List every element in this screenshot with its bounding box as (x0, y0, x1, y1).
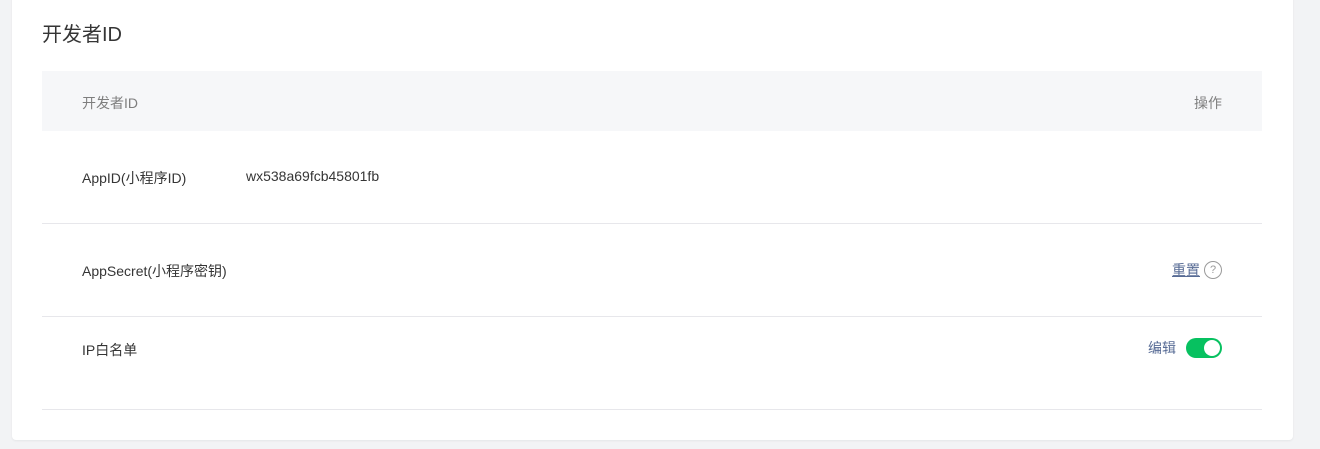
table-row-appsecret: AppSecret(小程序密钥) 重置 ? (42, 224, 1262, 317)
table-row-ip-whitelist: IP白名单 编辑 (42, 317, 1262, 410)
header-developer-id: 开发者ID (82, 95, 138, 111)
edit-button[interactable]: 编辑 (1148, 338, 1176, 358)
ip-whitelist-actions: 编辑 (1148, 338, 1222, 358)
reset-button[interactable]: 重置 (1172, 260, 1200, 280)
appid-label: AppID(小程序ID) (82, 170, 187, 186)
table-header: 开发者ID 操作 (42, 71, 1262, 131)
table-row-appid: AppID(小程序ID) wx538a69fcb45801fb (42, 131, 1262, 224)
appsecret-label: AppSecret(小程序密钥) (82, 263, 227, 279)
appsecret-actions: 重置 ? (1172, 260, 1222, 280)
toggle-knob (1204, 340, 1220, 356)
developer-id-card: 开发者ID 开发者ID 操作 AppID(小程序ID) wx538a69fcb4… (12, 0, 1293, 440)
help-icon[interactable]: ? (1204, 261, 1222, 279)
ip-whitelist-label: IP白名单 (82, 342, 138, 358)
developer-id-table: 开发者ID 操作 AppID(小程序ID) wx538a69fcb45801fb… (42, 71, 1262, 410)
appid-value: wx538a69fcb45801fb (246, 168, 380, 184)
ip-whitelist-toggle[interactable] (1186, 338, 1222, 358)
header-actions: 操作 (1194, 95, 1222, 111)
card-title: 开发者ID (42, 24, 122, 46)
